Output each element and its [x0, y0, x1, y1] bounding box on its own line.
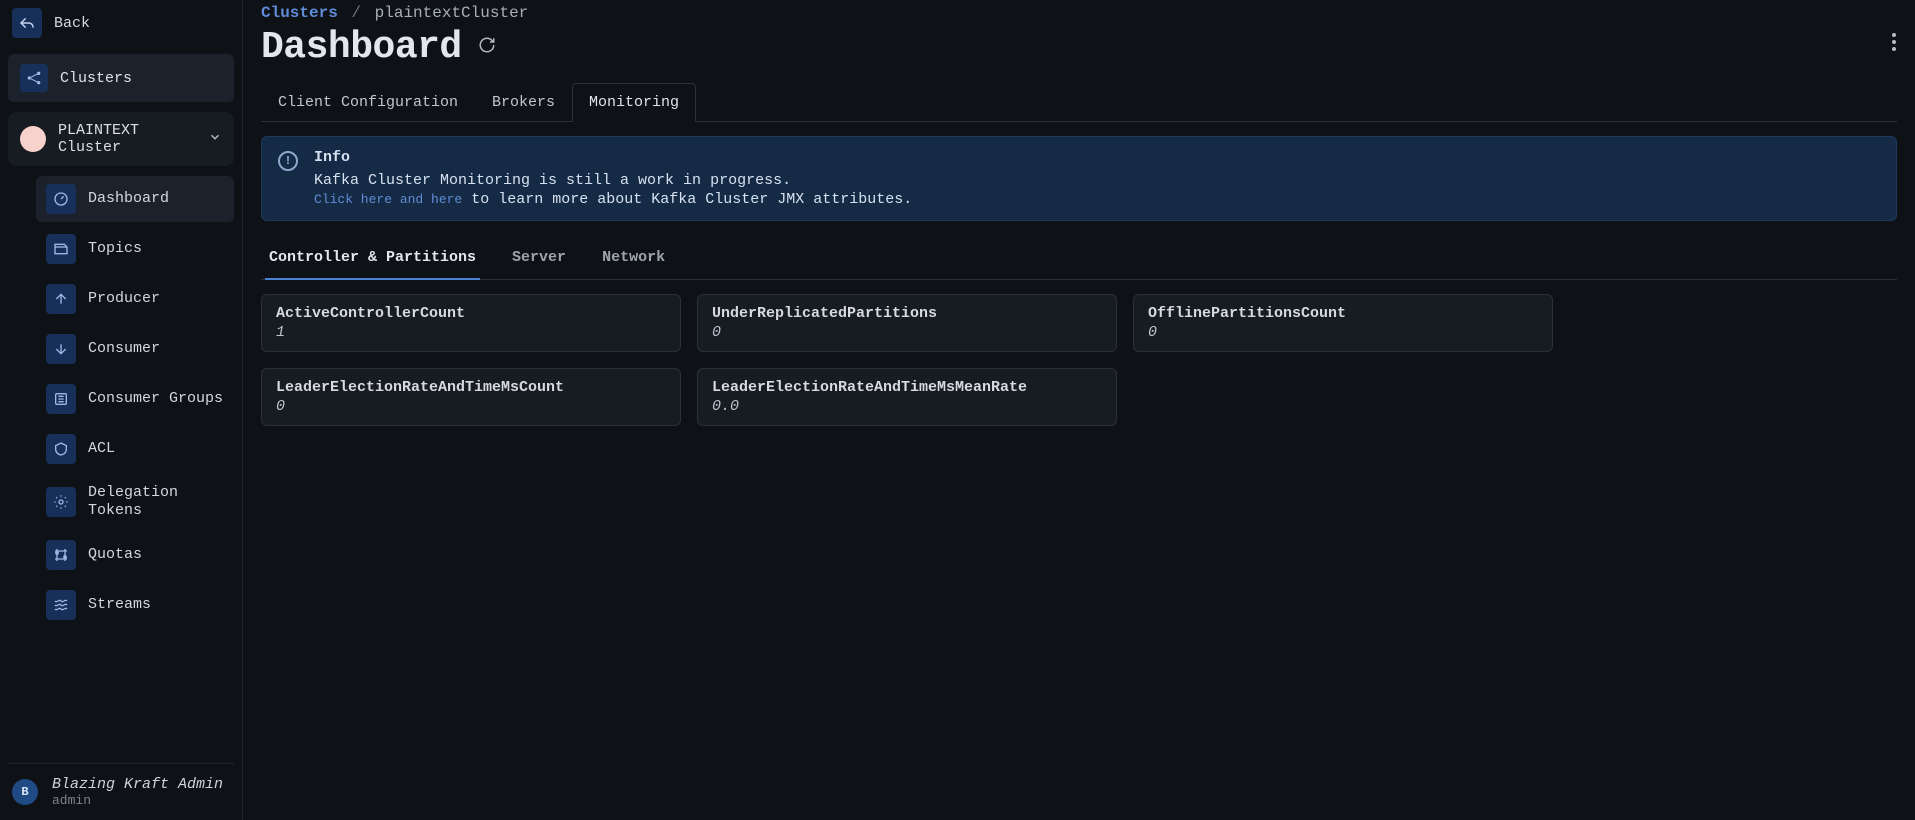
subtab-server[interactable]: Server	[508, 239, 570, 280]
metric-label: LeaderElectionRateAndTimeMsCount	[276, 379, 666, 396]
info-icon: !	[278, 151, 298, 171]
clusters-icon	[20, 64, 48, 92]
info-link[interactable]: Click here and here	[314, 192, 462, 207]
more-menu-button[interactable]	[1891, 32, 1897, 59]
main: Clusters / plaintextCluster Dashboard Cl…	[243, 0, 1915, 820]
sidebar-top: Back Clusters PLAINTEXT Cluster Dashboar…	[8, 8, 234, 628]
consumer-groups-icon	[46, 384, 76, 414]
subnav-item-topics[interactable]: Topics	[36, 226, 234, 272]
titlebar: Dashboard	[261, 26, 1897, 69]
refresh-button[interactable]	[478, 36, 496, 60]
tabs: Client Configuration Brokers Monitoring	[261, 83, 1897, 122]
nav-clusters-label: Clusters	[60, 70, 132, 87]
producer-icon	[46, 284, 76, 314]
footer-user: Blazing Kraft Admin	[52, 776, 223, 793]
metric-card: LeaderElectionRateAndTimeMsCount 0	[261, 368, 681, 426]
metric-value: 1	[276, 324, 666, 341]
subnav-label-consumer: Consumer	[88, 340, 160, 358]
subnav-label-topics: Topics	[88, 240, 142, 258]
subnav-item-quotas[interactable]: Quotas	[36, 532, 234, 578]
info-line2: Click here and here to learn more about …	[314, 191, 912, 208]
metric-label: LeaderElectionRateAndTimeMsMeanRate	[712, 379, 1102, 396]
quotas-icon	[46, 540, 76, 570]
info-title: Info	[314, 149, 912, 166]
metric-card: OfflinePartitionsCount 0	[1133, 294, 1553, 352]
subnav-label-consumer-groups: Consumer Groups	[88, 390, 223, 408]
footer-role: admin	[52, 793, 223, 808]
breadcrumb-root[interactable]: Clusters	[261, 4, 338, 22]
subnav-label-quotas: Quotas	[88, 546, 142, 564]
page-title: Dashboard	[261, 26, 462, 69]
user-avatar: B	[12, 779, 38, 805]
subnav-item-delegation-tokens[interactable]: Delegation Tokens	[36, 476, 234, 528]
subnav-label-delegation-tokens: Delegation Tokens	[88, 484, 224, 520]
cluster-avatar	[20, 126, 46, 152]
topics-icon	[46, 234, 76, 264]
dashboard-icon	[46, 184, 76, 214]
metric-card: ActiveControllerCount 1	[261, 294, 681, 352]
tab-client-configuration[interactable]: Client Configuration	[261, 83, 475, 122]
back-label: Back	[54, 15, 90, 32]
subnav-label-producer: Producer	[88, 290, 160, 308]
metric-label: OfflinePartitionsCount	[1148, 305, 1538, 322]
metric-value: 0	[276, 398, 666, 415]
subnav-label-acl: ACL	[88, 440, 115, 458]
subnav-item-consumer[interactable]: Consumer	[36, 326, 234, 372]
info-line1: Kafka Cluster Monitoring is still a work…	[314, 172, 912, 189]
metric-label: ActiveControllerCount	[276, 305, 666, 322]
info-line2-rest: to learn more about Kafka Cluster JMX at…	[462, 191, 912, 208]
subnav-item-acl[interactable]: ACL	[36, 426, 234, 472]
subnav-item-consumer-groups[interactable]: Consumer Groups	[36, 376, 234, 422]
sidebar-footer[interactable]: B Blazing Kraft Admin admin	[8, 763, 234, 812]
breadcrumb-leaf: plaintextCluster	[375, 4, 529, 22]
metric-value: 0.0	[712, 398, 1102, 415]
metric-cards: ActiveControllerCount 1 UnderReplicatedP…	[261, 294, 1897, 426]
subtabs: Controller & Partitions Server Network	[261, 239, 1897, 280]
breadcrumb: Clusters / plaintextCluster	[261, 0, 1897, 22]
chevron-down-icon	[208, 130, 222, 149]
footer-text: Blazing Kraft Admin admin	[52, 776, 223, 808]
subtab-network[interactable]: Network	[598, 239, 669, 280]
metric-card: LeaderElectionRateAndTimeMsMeanRate 0.0	[697, 368, 1117, 426]
breadcrumb-sep: /	[351, 4, 361, 22]
subnav-item-producer[interactable]: Producer	[36, 276, 234, 322]
streams-icon	[46, 590, 76, 620]
cluster-select-label: PLAINTEXT Cluster	[58, 122, 196, 156]
sidebar: Back Clusters PLAINTEXT Cluster Dashboar…	[0, 0, 243, 820]
subnav-item-streams[interactable]: Streams	[36, 582, 234, 628]
consumer-icon	[46, 334, 76, 364]
back-arrow-icon	[12, 8, 42, 38]
nav-clusters[interactable]: Clusters	[8, 54, 234, 102]
subtab-controller-partitions[interactable]: Controller & Partitions	[265, 239, 480, 280]
back-button[interactable]: Back	[8, 8, 234, 38]
subnav-label-streams: Streams	[88, 596, 151, 614]
cluster-select[interactable]: PLAINTEXT Cluster	[8, 112, 234, 166]
delegation-tokens-icon	[46, 487, 76, 517]
info-content: Info Kafka Cluster Monitoring is still a…	[314, 149, 912, 208]
tab-monitoring[interactable]: Monitoring	[572, 83, 696, 122]
info-banner: ! Info Kafka Cluster Monitoring is still…	[261, 136, 1897, 221]
subnav-label-dashboard: Dashboard	[88, 190, 169, 208]
metric-label: UnderReplicatedPartitions	[712, 305, 1102, 322]
metric-card: UnderReplicatedPartitions 0	[697, 294, 1117, 352]
tab-brokers[interactable]: Brokers	[475, 83, 572, 122]
metric-value: 0	[1148, 324, 1538, 341]
acl-icon	[46, 434, 76, 464]
subnav-item-dashboard[interactable]: Dashboard	[36, 176, 234, 222]
subnav: Dashboard Topics Producer Consumer	[8, 176, 234, 628]
metric-value: 0	[712, 324, 1102, 341]
